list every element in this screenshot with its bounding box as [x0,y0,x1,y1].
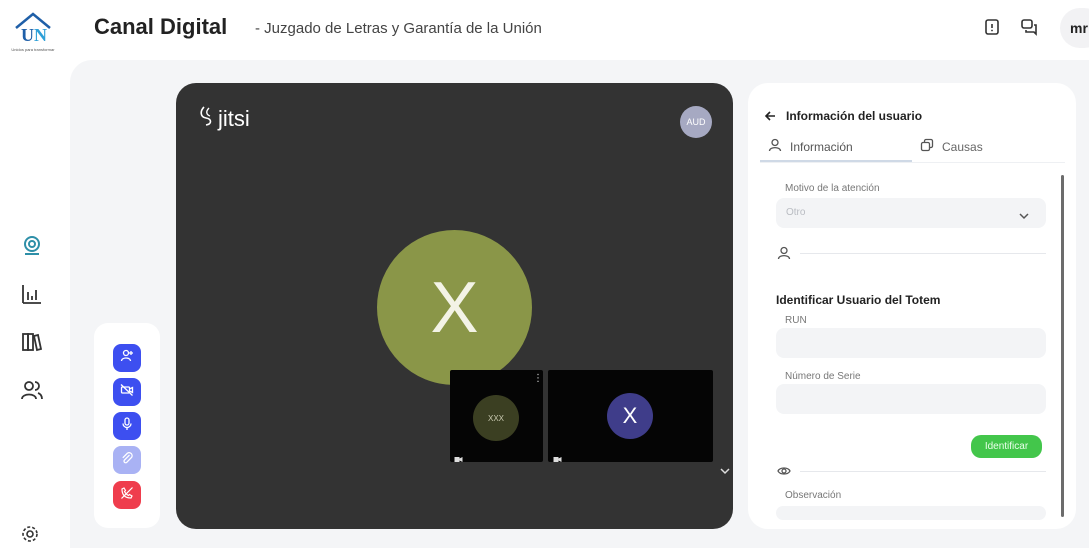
thumbnail-1-avatar: XXX [473,395,519,441]
attachment-icon [120,451,134,470]
tab-causas[interactable]: Causas [920,138,983,155]
identificar-button[interactable]: Identificar [971,435,1042,458]
microphone-icon [120,416,134,436]
motivo-label: Motivo de la atención [785,183,880,194]
motivo-value: Otro [786,207,806,218]
add-user-icon [120,349,134,368]
active-tab-indicator [760,160,912,162]
tab-causas-label: Causas [942,139,983,154]
app-header: U N Unidos para transformar Canal Digita… [0,0,1089,60]
run-label: RUN [785,315,807,326]
bar-chart-icon[interactable] [20,282,44,306]
svg-text:N: N [34,25,47,45]
chat-icon[interactable] [1020,18,1040,38]
user-avatar[interactable]: mr [1060,8,1089,48]
thumbnail-2-avatar: X [607,393,653,439]
serie-input[interactable] [776,384,1046,414]
jitsi-mark-icon [198,105,216,133]
panel-title: Información del usuario [786,109,923,123]
identify-section-title: Identificar Usuario del Totem [776,293,941,307]
thumbnail-1-label: XXX [487,413,504,423]
back-arrow-icon[interactable] [764,109,776,121]
user-icon [768,138,782,155]
left-sidebar [0,60,70,548]
thumbnail-menu-icon[interactable]: ⋮ [533,374,543,384]
tabs-divider [760,162,1065,163]
report-icon[interactable] [983,18,1003,38]
person-icon [777,246,791,260]
section-divider [800,471,1046,472]
eye-icon [777,464,791,478]
hangup-button[interactable] [113,481,141,509]
camera-off-icon [120,383,134,402]
microphone-button[interactable] [113,412,141,440]
users-icon[interactable] [20,378,44,402]
books-icon[interactable] [20,330,44,354]
svg-text:U: U [21,25,34,45]
chevron-down-icon[interactable] [719,463,731,475]
section-divider [800,253,1046,254]
attach-button[interactable] [113,446,141,474]
app-title: Canal Digital [94,14,228,39]
copy-icon [920,138,934,155]
observacion-label: Observación [785,490,842,501]
settings-icon[interactable] [20,524,44,548]
motivo-select[interactable]: Otro [776,198,1046,228]
panel-scrollbar[interactable] [1061,175,1064,517]
add-participant-button[interactable] [113,344,141,372]
webcam-icon[interactable] [20,234,44,258]
run-input[interactable] [776,328,1046,358]
hangup-icon [120,486,134,505]
chevron-down-icon[interactable] [1018,208,1030,220]
tab-informacion[interactable]: Información [768,138,853,155]
tab-informacion-label: Información [790,139,853,154]
jitsi-logo: jitsi [198,105,250,133]
camera-off-small-icon [553,450,562,462]
camera-off-small-icon [454,450,463,462]
court-subtitle: - Juzgado de Letras y Garantía de la Uni… [255,20,542,37]
observacion-input[interactable] [776,506,1046,520]
camera-toggle-button[interactable] [113,378,141,406]
main-participant-avatar: X [377,230,532,385]
aud-badge[interactable]: AUD [680,106,712,138]
serie-label: Número de Serie [785,371,861,382]
logo-caption: Unidos para transformar [11,47,55,52]
jitsi-wordmark: jitsi [218,106,250,131]
